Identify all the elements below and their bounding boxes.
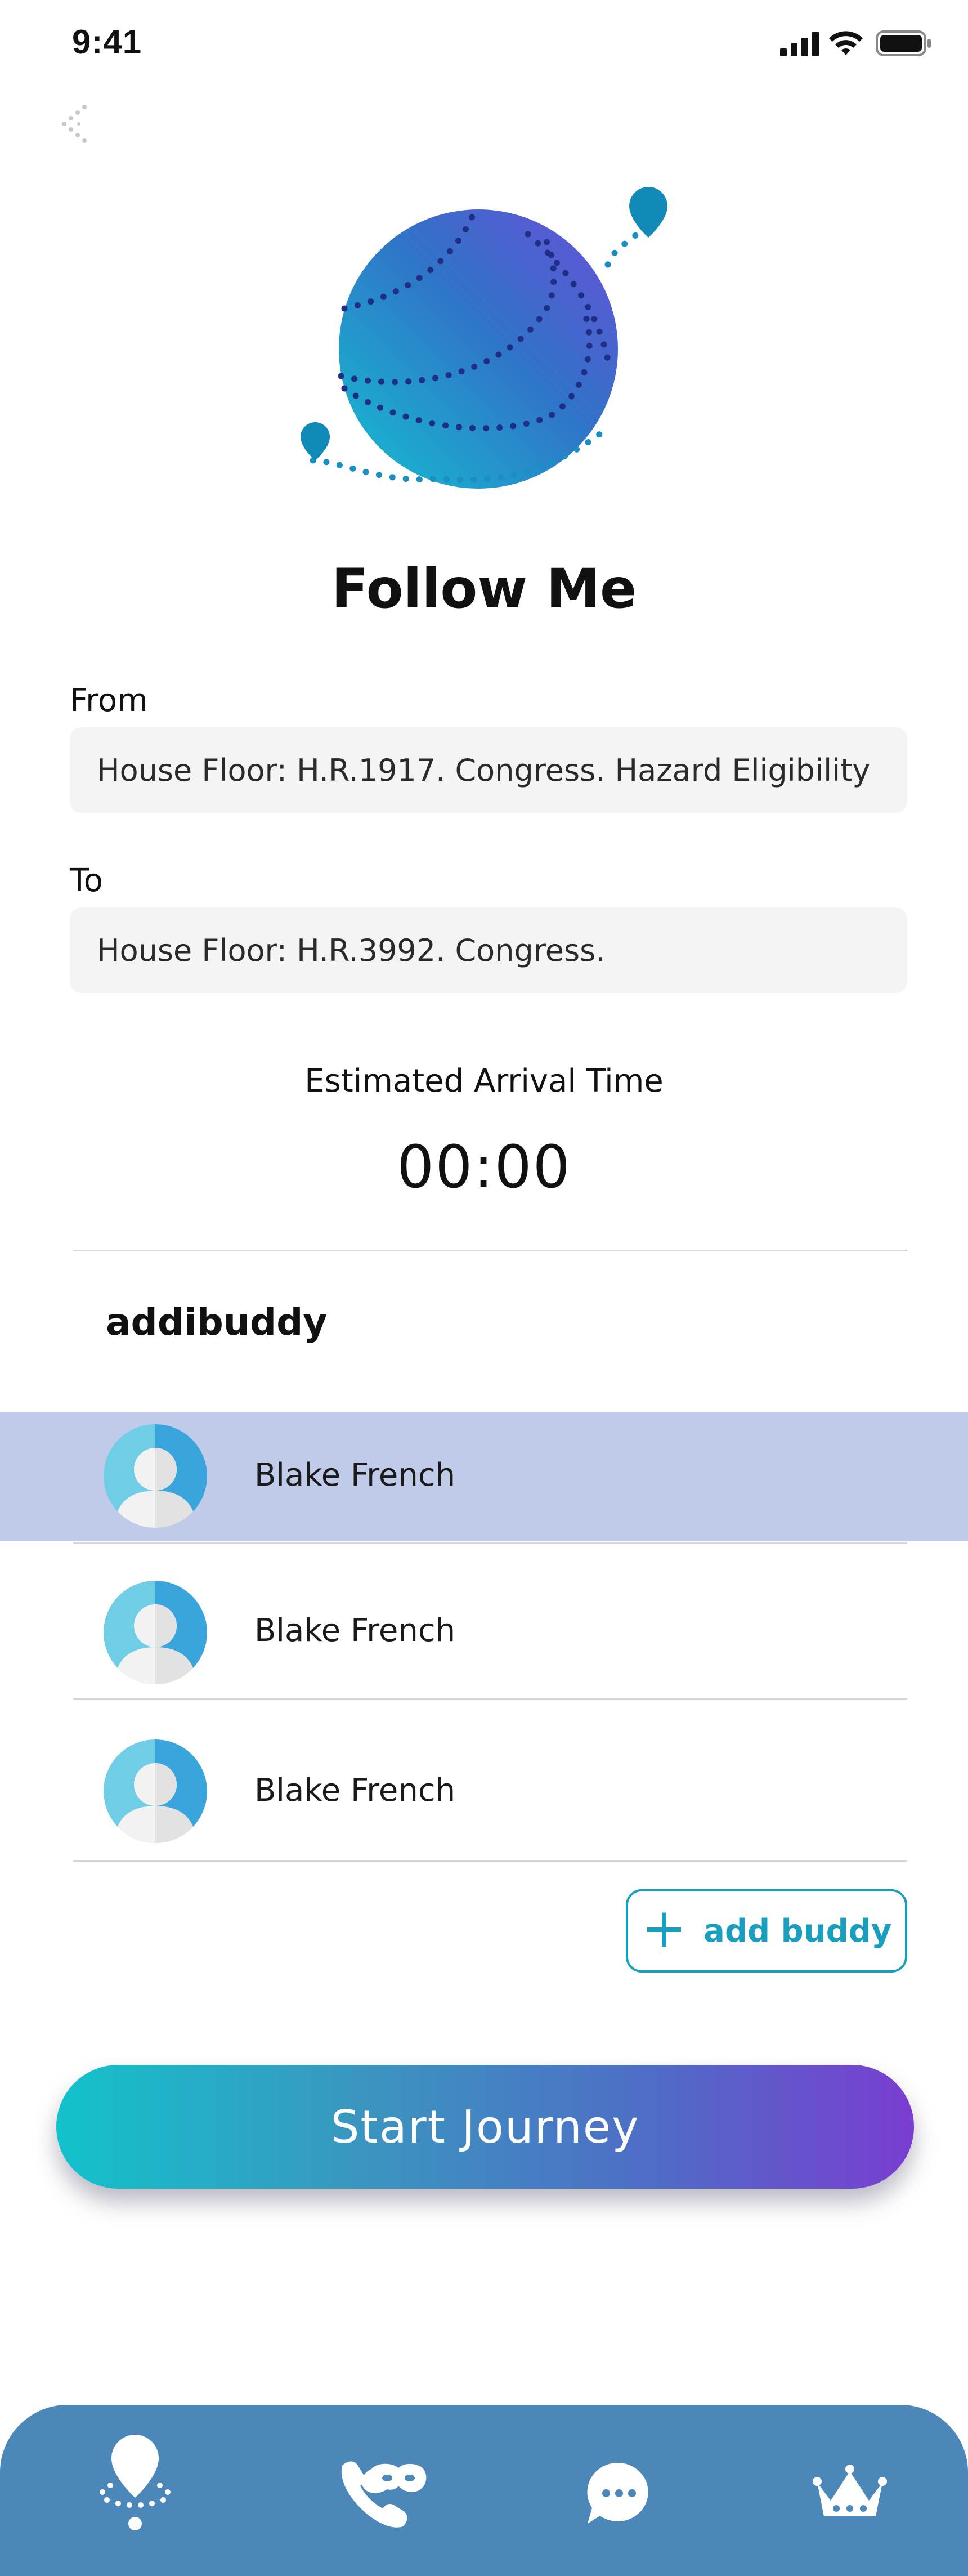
row-divider <box>73 1542 907 1544</box>
from-field[interactable]: House Floor: H.R.1917. Congress. Hazard … <box>70 727 907 813</box>
to-label: To <box>70 862 103 899</box>
globe-illustration <box>293 180 675 507</box>
buddy-name: Blake French <box>254 1772 456 1809</box>
to-field[interactable]: House Floor: H.R.3992. Congress. <box>70 907 907 993</box>
buddy-name: Blake French <box>254 1457 456 1493</box>
from-label: From <box>70 682 148 719</box>
crown-icon <box>813 2465 887 2516</box>
back-arrow-icon[interactable] <box>53 101 98 146</box>
add-buddy-button[interactable]: + add buddy <box>626 1889 907 1973</box>
battery-icon <box>876 30 932 59</box>
start-journey-button[interactable]: Start Journey <box>56 2065 914 2189</box>
add-buddy-label: add buddy <box>703 1912 892 1949</box>
row-divider <box>73 1698 907 1700</box>
signal-icon <box>780 32 821 59</box>
row-divider <box>73 1860 907 1862</box>
tab-follow-me[interactable] <box>79 2421 191 2533</box>
tab-calls[interactable] <box>326 2438 439 2550</box>
tab-chat[interactable] <box>563 2438 675 2550</box>
status-time: 9:41 <box>72 23 142 61</box>
from-value: House Floor: H.R.1917. Congress. Hazard … <box>97 752 871 788</box>
phone-mask-icon <box>341 2461 427 2528</box>
avatar <box>104 1581 207 1684</box>
chat-bubble-icon <box>587 2462 648 2524</box>
page-title: Follow Me <box>331 557 637 620</box>
start-journey-label: Start Journey <box>330 2100 640 2153</box>
eta-value: 00:00 <box>397 1133 571 1201</box>
to-value: House Floor: H.R.3992. Congress. <box>97 932 606 968</box>
avatar <box>104 1424 207 1528</box>
eta-label: Estimated Arrival Time <box>304 1063 664 1099</box>
location-pin-icon <box>100 2435 171 2530</box>
buddy-name: Blake French <box>254 1612 456 1649</box>
avatar <box>104 1739 207 1843</box>
buddies-title: addibuddy <box>106 1300 328 1344</box>
plus-icon: + <box>641 1897 687 1960</box>
wifi-icon <box>827 28 864 59</box>
divider <box>73 1250 907 1251</box>
tab-premium[interactable] <box>794 2438 906 2550</box>
